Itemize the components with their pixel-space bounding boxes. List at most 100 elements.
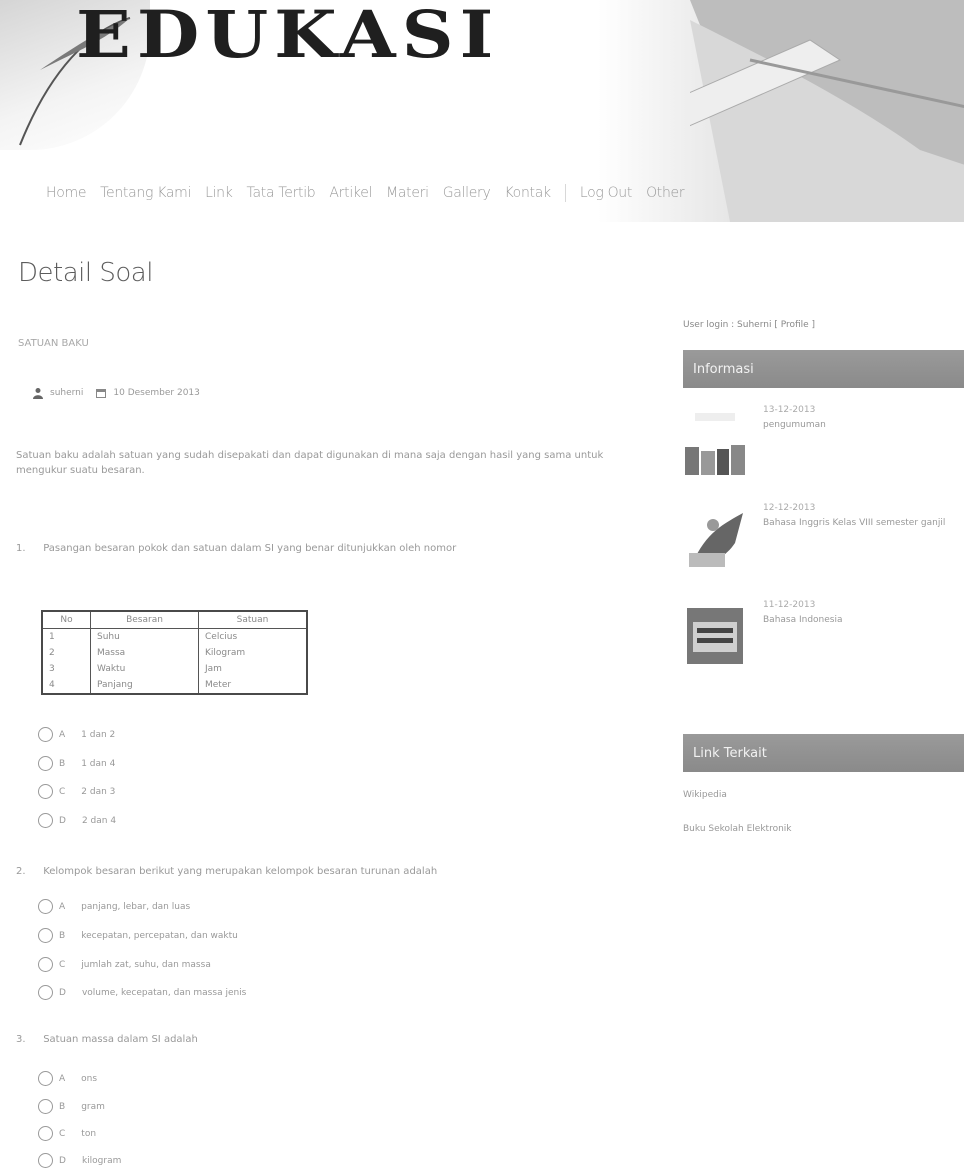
info-title[interactable]: pengumuman (763, 419, 963, 432)
question-1-option-a[interactable]: A 1 dan 2 (38, 727, 115, 742)
radio-button[interactable] (38, 1099, 53, 1114)
user-login-status[interactable]: User login : Suherni [ Profile ] (683, 320, 815, 330)
info-thumbnail (685, 413, 745, 475)
table-cell: 2 (41, 645, 91, 661)
nav-kontak[interactable]: Kontak (505, 185, 552, 201)
radio-button[interactable] (38, 1071, 53, 1086)
option-letter: A (59, 901, 66, 912)
question-2-option-b[interactable]: B kecepatan, percepatan, dan waktu (38, 928, 238, 943)
sidebar-link-wikipedia[interactable]: Wikipedia (683, 790, 727, 800)
soal-subtitle: SATUAN BAKU (18, 338, 89, 349)
calendar-icon (96, 389, 107, 398)
question-text: Satuan massa dalam SI adalah (43, 1034, 198, 1045)
nav-gallery[interactable]: Gallery (443, 185, 491, 201)
radio-button[interactable] (38, 899, 53, 914)
question-2: 2. Kelompok besaran berikut yang merupak… (16, 866, 437, 877)
option-letter: A (59, 729, 66, 740)
table-row: 3 Waktu Jam (41, 661, 308, 677)
question-1-option-c[interactable]: C 2 dan 3 (38, 784, 115, 799)
option-text: 1 dan 4 (81, 758, 116, 769)
option-letter: C (59, 959, 66, 970)
option-text: ton (81, 1128, 97, 1139)
table-cell: Jam (198, 661, 308, 677)
radio-button[interactable] (38, 957, 53, 972)
post-date: 10 Desember 2013 (113, 388, 200, 398)
info-date: 12-12-2013 (763, 503, 816, 513)
option-letter: C (59, 786, 66, 797)
sidebar-information-header: Informasi (683, 350, 964, 388)
question-number: 3. (16, 1034, 26, 1045)
option-text: ons (81, 1073, 98, 1084)
option-text: volume, kecepatan, dan massa jenis (81, 987, 247, 998)
nav-tata-tertib[interactable]: Tata Tertib (247, 185, 316, 201)
question-1: 1. Pasangan besaran pokok dan satuan dal… (16, 543, 456, 554)
radio-button[interactable] (38, 928, 53, 943)
table-cell: Meter (198, 677, 308, 695)
table-cell: Kilogram (198, 645, 308, 661)
table-cell: Celcius (198, 628, 308, 645)
table-cell: 1 (41, 628, 91, 645)
option-text: 2 dan 3 (81, 786, 116, 797)
question-2-option-a[interactable]: A panjang, lebar, dan luas (38, 899, 190, 914)
question-number: 1. (16, 543, 26, 554)
table-row: 2 Massa Kilogram (41, 645, 308, 661)
option-text: kecepatan, percepatan, dan waktu (81, 930, 238, 941)
nav-tentang-kami[interactable]: Tentang Kami (100, 185, 191, 201)
info-title[interactable]: Bahasa Inggris Kelas VIII semester ganji… (763, 517, 963, 530)
radio-button[interactable] (38, 1153, 53, 1168)
question-3-option-b[interactable]: B gram (38, 1099, 105, 1114)
table-header: No (41, 610, 91, 629)
header-banner: EDUKASI Home Tentang Kami Link Tata Tert… (0, 0, 964, 222)
radio-button[interactable] (38, 813, 53, 828)
post-meta: suherni 10 Desember 2013 (32, 387, 200, 399)
radio-button[interactable] (38, 727, 53, 742)
question-1-option-b[interactable]: B 1 dan 4 (38, 756, 115, 771)
site-logo[interactable]: EDUKASI (76, 2, 499, 67)
question-3-option-d[interactable]: D kilogram (38, 1153, 121, 1168)
table-cell: 4 (41, 677, 91, 695)
table-cell: Panjang (90, 677, 199, 695)
info-thumbnail (689, 513, 743, 567)
info-title[interactable]: Bahasa Indonesia (763, 614, 963, 627)
option-text: 2 dan 4 (81, 815, 117, 826)
nav-materi[interactable]: Materi (386, 185, 429, 201)
table-cell: 3 (41, 661, 91, 677)
table-row: 4 Panjang Meter (41, 677, 308, 695)
table-cell: Massa (90, 645, 199, 661)
sidebar-link-header: Link Terkait (683, 734, 964, 772)
radio-button[interactable] (38, 784, 53, 799)
option-text: kilogram (81, 1155, 122, 1166)
question-1-option-d[interactable]: D 2 dan 4 (38, 813, 116, 828)
question-2-option-d[interactable]: D volume, kecepatan, dan massa jenis (38, 985, 246, 1000)
table-header: Besaran (90, 610, 199, 629)
option-text: jumlah zat, suhu, dan massa (81, 959, 211, 970)
option-letter: B (59, 758, 66, 769)
option-letter: D (59, 815, 66, 826)
option-text: panjang, lebar, dan luas (81, 901, 191, 912)
nav-artikel[interactable]: Artikel (329, 185, 372, 201)
option-text: 1 dan 2 (81, 729, 116, 740)
table-row: 1 Suhu Celcius (41, 628, 308, 645)
radio-button[interactable] (38, 1126, 53, 1141)
nav-other[interactable]: Other (646, 185, 685, 201)
option-letter: D (59, 1155, 66, 1166)
option-letter: A (59, 1073, 66, 1084)
option-letter: C (59, 1128, 66, 1139)
question-1-table: No Besaran Satuan 1 Suhu Celcius 2 Massa… (41, 610, 308, 695)
question-text: Pasangan besaran pokok dan satuan dalam … (43, 543, 457, 554)
post-author: suherni (50, 388, 84, 398)
nav-divider (564, 184, 566, 202)
question-3-option-c[interactable]: C ton (38, 1126, 96, 1141)
question-3-option-a[interactable]: A ons (38, 1071, 97, 1086)
option-letter: B (59, 930, 66, 941)
nav-link[interactable]: Link (205, 185, 233, 201)
sidebar-link-bse[interactable]: Buku Sekolah Elektronik (683, 824, 792, 834)
user-icon (33, 388, 43, 399)
radio-button[interactable] (38, 756, 53, 771)
radio-button[interactable] (38, 985, 53, 1000)
nav-log-out[interactable]: Log Out (580, 185, 633, 201)
nav-home[interactable]: Home (46, 185, 86, 201)
question-2-option-c[interactable]: C jumlah zat, suhu, dan massa (38, 957, 211, 972)
info-date: 13-12-2013 (763, 405, 816, 415)
option-letter: D (59, 987, 66, 998)
